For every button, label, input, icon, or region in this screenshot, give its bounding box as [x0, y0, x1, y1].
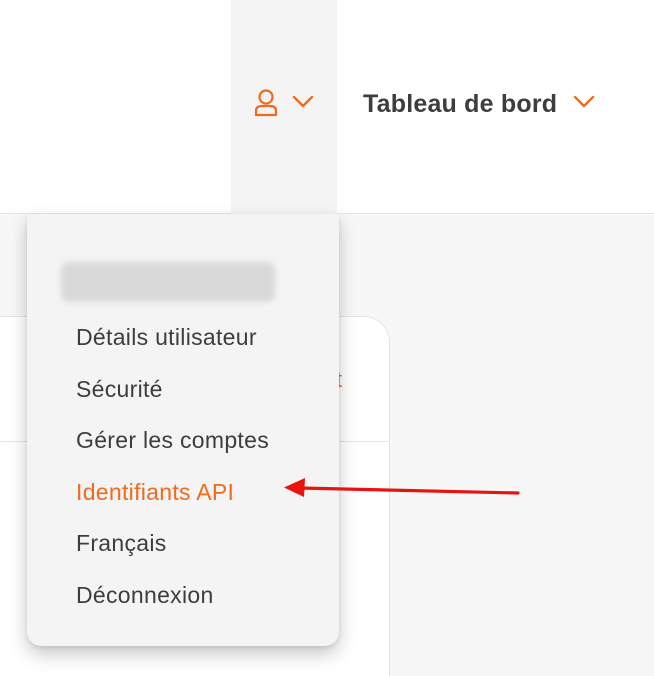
arrow-left-icon: [284, 478, 520, 497]
